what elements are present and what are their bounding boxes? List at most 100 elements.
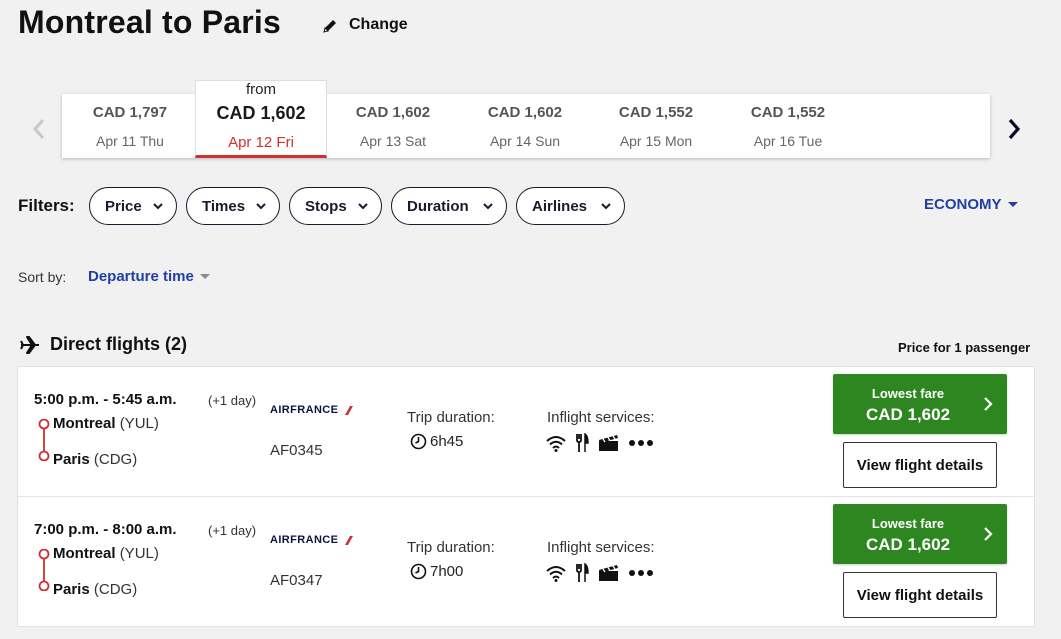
date-label: Apr 14 Sun bbox=[489, 133, 561, 149]
chevron-down-icon bbox=[601, 203, 611, 210]
airline-logo: AIRFRANCE bbox=[270, 534, 354, 546]
caret-down-icon bbox=[199, 274, 210, 279]
day-offset: (+1 day) bbox=[208, 523, 257, 538]
date-label: Apr 15 Mon bbox=[619, 133, 693, 149]
trip-duration-label: Trip duration: bbox=[407, 409, 495, 426]
inflight-services-label: Inflight services: bbox=[547, 539, 655, 556]
chevron-down-icon bbox=[483, 203, 493, 210]
date-option-apr-11[interactable]: CAD 1,797 Apr 11 Thu bbox=[64, 94, 196, 158]
date-selector: CAD 1,797 Apr 11 Thu from CAD 1,602 Apr … bbox=[62, 80, 990, 158]
date-option-apr-16[interactable]: CAD 1,552 Apr 16 Tue bbox=[722, 94, 854, 158]
fare-amount: CAD 1,602 bbox=[865, 405, 951, 424]
clapperboard-icon bbox=[599, 435, 618, 451]
flight-times: 7:00 p.m. - 8:00 a.m. bbox=[34, 521, 177, 538]
chevron-down-icon bbox=[153, 203, 163, 210]
date-price: CAD 1,602 bbox=[216, 103, 306, 123]
fare-label: Lowest fare bbox=[871, 386, 945, 401]
destination-city: Paris (CDG) bbox=[53, 451, 138, 468]
destination-city: Paris (CDG) bbox=[53, 581, 138, 598]
wifi-icon bbox=[546, 435, 566, 452]
flight-number: AF0345 bbox=[270, 442, 323, 459]
fare-label: Lowest fare bbox=[871, 516, 945, 531]
flight-row: 7:00 p.m. - 8:00 a.m. (+1 day) Montreal … bbox=[18, 496, 1034, 625]
filters-label: Filters: bbox=[18, 196, 75, 215]
fare-amount: CAD 1,602 bbox=[865, 535, 951, 554]
change-search-button[interactable]: Change bbox=[322, 16, 408, 34]
more-icon bbox=[629, 440, 653, 446]
sort-label: Sort by: bbox=[18, 269, 67, 285]
filter-label: Times bbox=[202, 197, 246, 215]
trip-duration: 6h45 bbox=[410, 433, 463, 450]
more-icon bbox=[629, 570, 653, 576]
date-price: CAD 1,797 bbox=[92, 104, 168, 121]
origin-city: Montreal (YUL) bbox=[53, 545, 159, 562]
filter-stops[interactable]: Stops bbox=[289, 187, 382, 225]
view-flight-details-button[interactable]: View flight details bbox=[843, 442, 997, 488]
date-option-apr-13[interactable]: CAD 1,602 Apr 13 Sat bbox=[327, 94, 459, 158]
chevron-left-icon[interactable] bbox=[28, 114, 50, 144]
filter-times[interactable]: Times bbox=[186, 187, 280, 225]
cutlery-icon bbox=[576, 563, 589, 582]
flight-times: 5:00 p.m. - 5:45 a.m. bbox=[34, 391, 177, 408]
inflight-services-label: Inflight services: bbox=[547, 409, 655, 426]
chevron-down-icon bbox=[256, 203, 266, 210]
filter-label: Duration bbox=[407, 197, 469, 215]
chevron-right-icon bbox=[984, 397, 993, 411]
clapperboard-icon bbox=[599, 565, 618, 581]
direct-flights-heading: Direct flights (2) bbox=[20, 334, 187, 355]
date-label: Apr 11 Thu bbox=[96, 133, 164, 149]
date-label: Apr 16 Tue bbox=[753, 133, 823, 149]
origin-city: Montreal (YUL) bbox=[53, 415, 159, 432]
chevron-right-icon[interactable] bbox=[1002, 114, 1026, 144]
filter-label: Airlines bbox=[532, 197, 588, 215]
chevron-down-icon bbox=[358, 203, 368, 210]
date-price: CAD 1,552 bbox=[750, 104, 826, 121]
filter-price[interactable]: Price bbox=[89, 187, 177, 225]
route-line-icon bbox=[38, 549, 50, 591]
date-option-apr-12[interactable]: from CAD 1,602 Apr 12 Fri bbox=[195, 80, 327, 158]
flight-number: AF0347 bbox=[270, 572, 323, 589]
inflight-services bbox=[546, 433, 654, 453]
sort-value: Departure time bbox=[88, 268, 194, 285]
airline-logo: AIRFRANCE bbox=[270, 404, 354, 416]
clock-icon bbox=[410, 563, 427, 580]
page-title: Montreal to Paris bbox=[18, 4, 282, 40]
flight-results-list: 5:00 p.m. - 5:45 a.m. (+1 day) Montreal … bbox=[17, 366, 1035, 627]
clock-icon bbox=[410, 433, 427, 450]
filter-label: Stops bbox=[305, 197, 347, 215]
date-price: CAD 1,602 bbox=[355, 104, 431, 121]
change-label: Change bbox=[349, 16, 408, 33]
wifi-icon bbox=[546, 565, 566, 582]
date-option-apr-15[interactable]: CAD 1,552 Apr 15 Mon bbox=[590, 94, 722, 158]
trip-duration: 7h00 bbox=[410, 563, 463, 580]
sort-dropdown[interactable]: Departure time bbox=[88, 268, 210, 285]
date-from-label: from bbox=[246, 81, 276, 98]
day-offset: (+1 day) bbox=[208, 393, 257, 408]
flight-row: 5:00 p.m. - 5:45 a.m. (+1 day) Montreal … bbox=[18, 367, 1034, 496]
date-label: Apr 13 Sat bbox=[359, 133, 427, 149]
filter-label: Price bbox=[105, 197, 142, 215]
lowest-fare-button[interactable]: Lowest fare CAD 1,602 bbox=[833, 504, 1007, 564]
airplane-icon bbox=[20, 335, 39, 354]
caret-down-icon bbox=[1007, 202, 1018, 207]
cutlery-icon bbox=[576, 433, 589, 452]
lowest-fare-button[interactable]: Lowest fare CAD 1,602 bbox=[833, 374, 1007, 434]
airline-stripe-icon bbox=[345, 405, 354, 415]
date-option-apr-14[interactable]: CAD 1,602 Apr 14 Sun bbox=[459, 94, 591, 158]
cabin-class-label: ECONOMY bbox=[924, 196, 1002, 213]
filter-duration[interactable]: Duration bbox=[391, 187, 507, 225]
price-note: Price for 1 passenger bbox=[898, 340, 1031, 355]
filter-airlines[interactable]: Airlines bbox=[516, 187, 625, 225]
cabin-class-dropdown[interactable]: ECONOMY bbox=[924, 196, 1018, 213]
airline-stripe-icon bbox=[345, 535, 354, 545]
pencil-icon bbox=[322, 17, 339, 34]
view-flight-details-button[interactable]: View flight details bbox=[843, 572, 997, 618]
inflight-services bbox=[546, 563, 654, 583]
date-price: CAD 1,552 bbox=[618, 104, 694, 121]
date-label: Apr 12 Fri bbox=[228, 134, 294, 151]
route-line-icon bbox=[38, 419, 50, 461]
date-price: CAD 1,602 bbox=[487, 104, 563, 121]
trip-duration-label: Trip duration: bbox=[407, 539, 495, 556]
direct-flights-label: Direct flights (2) bbox=[50, 334, 188, 354]
chevron-right-icon bbox=[984, 527, 993, 541]
